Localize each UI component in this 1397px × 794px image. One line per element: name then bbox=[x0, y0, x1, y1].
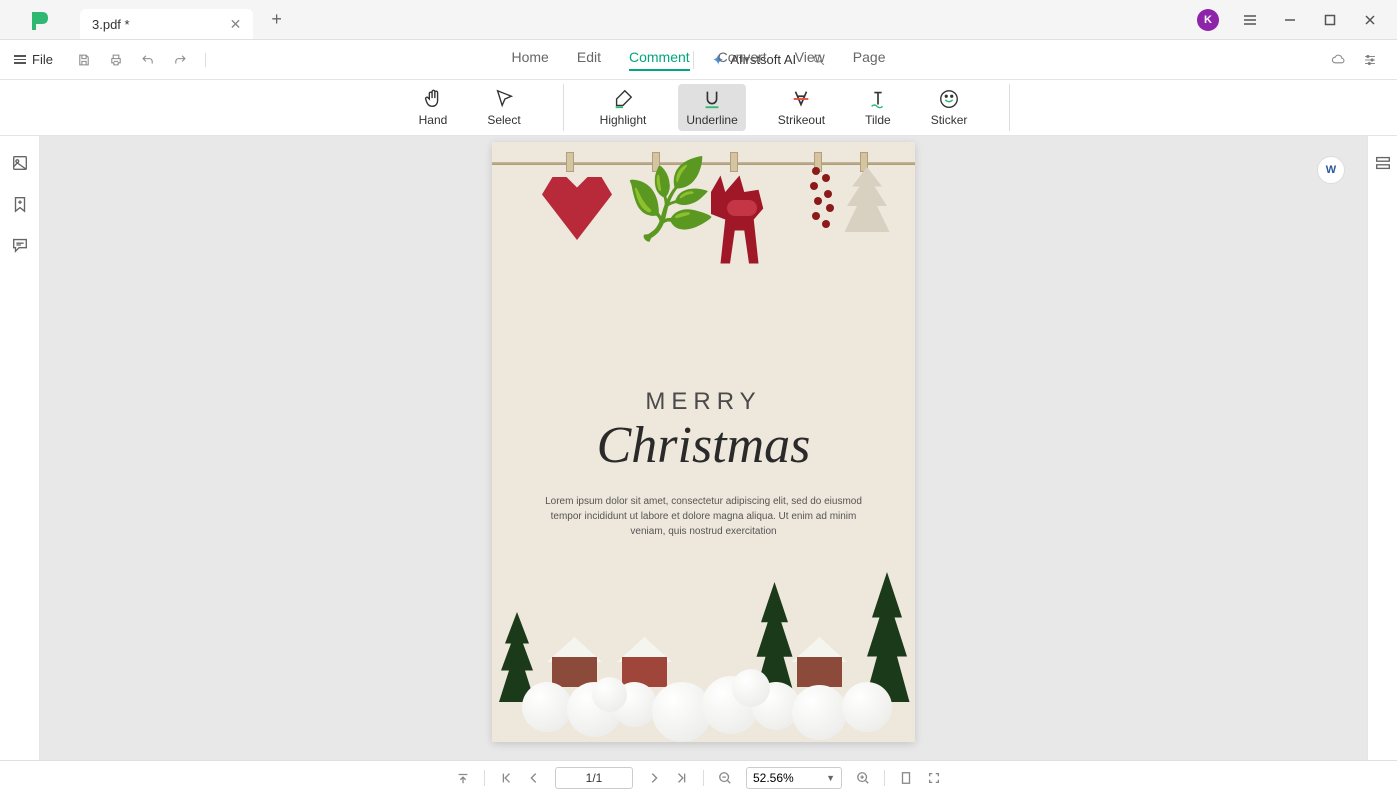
new-tab-button[interactable]: + bbox=[271, 9, 282, 30]
hand-icon bbox=[422, 88, 444, 110]
fullscreen-icon[interactable] bbox=[927, 771, 941, 785]
scroll-top-icon[interactable] bbox=[456, 771, 470, 785]
window-close-icon[interactable] bbox=[1361, 13, 1379, 27]
titlebar: 3.pdf * ✕ + K bbox=[0, 0, 1397, 40]
tab-page[interactable]: Page bbox=[853, 49, 886, 71]
tool-strikeout[interactable]: Strikeout bbox=[770, 84, 833, 131]
doc-body-text: Lorem ipsum dolor sit amet, consectetur … bbox=[542, 494, 865, 539]
right-sidebar bbox=[1367, 136, 1397, 760]
menu-icon bbox=[14, 55, 26, 64]
page-input[interactable] bbox=[555, 767, 633, 789]
heart-ornament bbox=[542, 170, 612, 240]
print-icon[interactable] bbox=[109, 53, 123, 67]
document-canvas[interactable]: W 🌿 MERRY Christmas Lorem ipsum dolor si… bbox=[40, 136, 1367, 760]
zoom-value: 52.56% bbox=[753, 771, 794, 785]
underline-icon bbox=[701, 88, 723, 110]
doc-heading-christmas: Christmas bbox=[492, 416, 915, 475]
tool-tilde[interactable]: Tilde bbox=[857, 84, 899, 131]
main-tabs: Home Edit Comment Convert View Page bbox=[512, 49, 886, 71]
tab-edit[interactable]: Edit bbox=[577, 49, 601, 71]
tool-ribbon: Hand Select Highlight Underline Strikeou… bbox=[0, 80, 1397, 136]
tool-highlight[interactable]: Highlight bbox=[592, 84, 655, 131]
settings-lines-icon[interactable] bbox=[1363, 53, 1377, 67]
caret-down-icon: ▼ bbox=[826, 773, 835, 783]
tab-title: 3.pdf * bbox=[92, 17, 130, 32]
pdf-page: 🌿 MERRY Christmas Lorem ipsum dolor sit … bbox=[492, 142, 915, 742]
fit-page-icon[interactable] bbox=[899, 771, 913, 785]
window-maximize-icon[interactable] bbox=[1321, 13, 1339, 27]
strikeout-icon bbox=[790, 88, 812, 110]
close-tab-icon[interactable]: ✕ bbox=[230, 16, 242, 33]
last-page-icon[interactable] bbox=[675, 771, 689, 785]
document-tab[interactable]: 3.pdf * ✕ bbox=[80, 9, 253, 39]
file-menu-button[interactable]: File bbox=[14, 52, 53, 67]
window-minimize-icon[interactable] bbox=[1281, 13, 1299, 27]
tilde-icon bbox=[867, 88, 889, 110]
berries-ornament bbox=[802, 162, 842, 242]
cursor-icon bbox=[493, 88, 515, 110]
bookmark-icon[interactable] bbox=[11, 195, 29, 218]
moose-ornament bbox=[692, 170, 787, 280]
tool-select[interactable]: Select bbox=[479, 84, 528, 131]
village-scene bbox=[492, 562, 915, 742]
left-sidebar bbox=[0, 136, 40, 760]
tree-ornament bbox=[842, 167, 892, 232]
redo-icon[interactable] bbox=[173, 53, 187, 67]
tool-hand[interactable]: Hand bbox=[411, 84, 456, 131]
cloud-icon[interactable] bbox=[1331, 53, 1345, 67]
sticker-icon bbox=[938, 88, 960, 110]
word-badge[interactable]: W bbox=[1317, 156, 1345, 184]
hamburger-menu-icon[interactable] bbox=[1241, 12, 1259, 28]
tab-view[interactable]: View bbox=[795, 49, 825, 71]
tab-home[interactable]: Home bbox=[512, 49, 549, 71]
comment-panel-icon[interactable] bbox=[11, 236, 29, 259]
file-label: File bbox=[32, 52, 53, 67]
tab-convert[interactable]: Convert bbox=[718, 49, 767, 71]
app-logo bbox=[25, 5, 55, 35]
prev-page-icon[interactable] bbox=[527, 771, 541, 785]
zoom-in-icon[interactable] bbox=[856, 771, 870, 785]
tab-comment[interactable]: Comment bbox=[629, 49, 690, 71]
zoom-out-icon[interactable] bbox=[718, 771, 732, 785]
properties-icon[interactable] bbox=[1374, 154, 1392, 177]
menubar: File Home Edit Comment Convert View Page… bbox=[0, 40, 1397, 80]
thumbnails-icon[interactable] bbox=[11, 154, 29, 177]
highlight-icon bbox=[612, 88, 634, 110]
next-page-icon[interactable] bbox=[647, 771, 661, 785]
tool-sticker[interactable]: Sticker bbox=[923, 84, 976, 131]
status-bar: 52.56% ▼ bbox=[0, 760, 1397, 794]
doc-heading-merry: MERRY bbox=[492, 388, 915, 416]
user-avatar[interactable]: K bbox=[1197, 9, 1219, 31]
save-icon[interactable] bbox=[77, 53, 91, 67]
zoom-select[interactable]: 52.56% ▼ bbox=[746, 767, 842, 789]
undo-icon[interactable] bbox=[141, 53, 155, 67]
first-page-icon[interactable] bbox=[499, 771, 513, 785]
tool-underline[interactable]: Underline bbox=[678, 84, 745, 131]
